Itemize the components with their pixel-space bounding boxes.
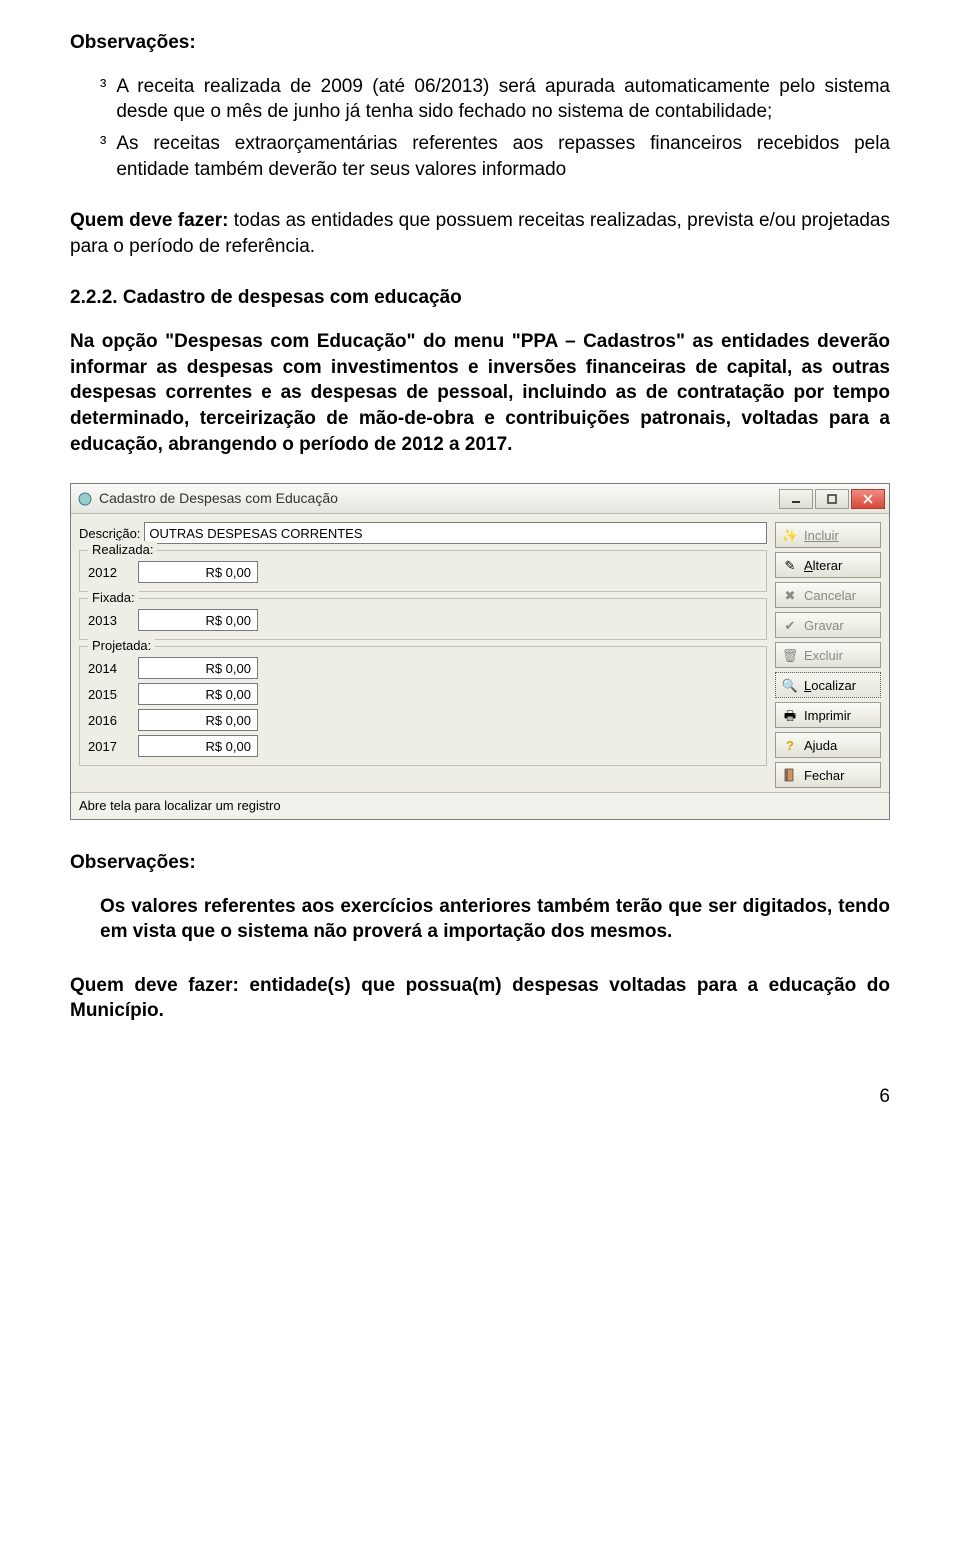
legend-projetada: Projetada: [88, 637, 155, 655]
alterar-button[interactable]: ✎ Alterar [775, 552, 881, 578]
legend-fixada: Fixada: [88, 589, 139, 607]
page-number: 6 [70, 1084, 890, 1110]
descricao-label: Descrição: [79, 525, 140, 543]
bullet-text: As receitas extraorçamentárias referente… [116, 131, 890, 182]
ajuda-button[interactable]: ? Ajuda [775, 732, 881, 758]
side-button-panel: ✨ Incluir ✎ Alterar ✖ Cancelar ✔ Gravar … [775, 522, 881, 788]
group-realizada: Realizada: 2012 R$ 0,00 [79, 550, 767, 592]
search-icon: 🔍 [782, 677, 798, 693]
bullet-marker: ³ [100, 74, 106, 125]
obs1-title: Observações: [70, 30, 890, 56]
cancelar-button[interactable]: ✖ Cancelar [775, 582, 881, 608]
door-icon [782, 767, 798, 783]
statusbar: Abre tela para localizar um registro [71, 792, 889, 819]
fechar-button[interactable]: Fechar [775, 762, 881, 788]
gravar-button[interactable]: ✔ Gravar [775, 612, 881, 638]
form-area: Descrição: OUTRAS DESPESAS CORRENTES Rea… [79, 522, 767, 788]
trash-icon: 🗑 [782, 647, 798, 663]
quem-deve-fazer-1: Quem deve fazer: todas as entidades que … [70, 208, 890, 259]
year-label: 2013 [88, 612, 128, 630]
sparkle-icon: ✨ [782, 527, 798, 543]
pencil-icon: ✎ [782, 557, 798, 573]
close-button[interactable] [851, 489, 885, 509]
group-fixada: Fixada: 2013 R$ 0,00 [79, 598, 767, 640]
year-label: 2017 [88, 738, 128, 756]
imprimir-button[interactable]: 🖶 Imprimir [775, 702, 881, 728]
descricao-field[interactable]: OUTRAS DESPESAS CORRENTES [144, 522, 767, 544]
fixada-2013-field[interactable]: R$ 0,00 [138, 609, 258, 631]
quem2-prefix: Quem deve fazer: [70, 975, 249, 996]
year-label: 2012 [88, 564, 128, 582]
year-label: 2014 [88, 660, 128, 678]
projetada-2017-field[interactable]: R$ 0,00 [138, 735, 258, 757]
check-icon: ✔ [782, 617, 798, 633]
bullet-item: ³ As receitas extraorçamentárias referen… [100, 131, 890, 182]
minimize-button[interactable] [779, 489, 813, 509]
year-label: 2015 [88, 686, 128, 704]
help-icon: ? [782, 737, 798, 753]
localizar-button[interactable]: 🔍 Localizar [775, 672, 881, 698]
maximize-button[interactable] [815, 489, 849, 509]
main-paragraph: Na opção "Despesas com Educação" do menu… [70, 329, 890, 457]
quem-deve-fazer-2: Quem deve fazer: entidade(s) que possua(… [70, 973, 890, 1024]
bullet-text: A receita realizada de 2009 (até 06/2013… [116, 74, 890, 125]
dialog-cadastro-despesas-educacao: Cadastro de Despesas com Educação Descri… [70, 483, 890, 820]
window-icon [77, 491, 93, 507]
bullet-marker: ³ [100, 131, 106, 182]
dialog-titlebar[interactable]: Cadastro de Despesas com Educação [71, 484, 889, 514]
projetada-2014-field[interactable]: R$ 0,00 [138, 657, 258, 679]
realizada-2012-field[interactable]: R$ 0,00 [138, 561, 258, 583]
dialog-title: Cadastro de Despesas com Educação [99, 489, 779, 508]
projetada-2015-field[interactable]: R$ 0,00 [138, 683, 258, 705]
quem1-prefix: Quem deve fazer: [70, 210, 234, 231]
section-heading-222: 2.2.2. Cadastro de despesas com educação [70, 285, 890, 311]
projetada-2016-field[interactable]: R$ 0,00 [138, 709, 258, 731]
excluir-button[interactable]: 🗑 Excluir [775, 642, 881, 668]
obs2-title: Observações: [70, 850, 890, 876]
incluir-button[interactable]: ✨ Incluir [775, 522, 881, 548]
obs2-text: Os valores referentes aos exercícios ant… [100, 894, 890, 945]
year-label: 2016 [88, 712, 128, 730]
print-icon: 🖶 [782, 707, 798, 723]
group-projetada: Projetada: 2014 R$ 0,00 2015 R$ 0,00 201… [79, 646, 767, 766]
cancel-icon: ✖ [782, 587, 798, 603]
legend-realizada: Realizada: [88, 541, 157, 559]
bullet-item: ³ A receita realizada de 2009 (até 06/20… [100, 74, 890, 125]
